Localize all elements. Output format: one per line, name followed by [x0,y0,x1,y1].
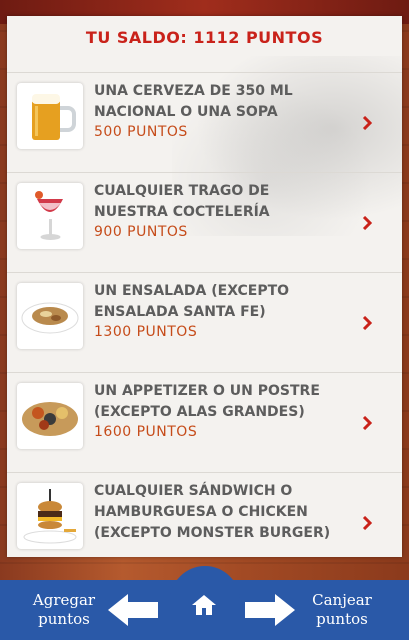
reward-points: 1300 PUNTOS [94,324,198,340]
reward-name: UN ENSALADA (EXCEPTO ENSALADA SANTA FE) [94,283,290,320]
home-icon[interactable] [191,593,217,617]
add-points-button[interactable]: Agregar puntos [24,580,104,640]
redeem-points-button[interactable]: Canjear puntos [300,580,384,640]
reward-name: CUALQUIER SÁNDWICH O HAMBURGUESA O CHICK… [94,483,331,541]
chevron-right-icon[interactable] [362,115,372,130]
chevron-right-icon[interactable] [362,315,372,330]
burger-icon [17,483,83,549]
chevron-right-icon[interactable] [362,515,372,530]
rewards-panel: TU SALDO: 1112 PUNTOS UNA CERVEZA DE 350… [7,16,402,557]
reward-name: UNA CERVEZA DE 350 ML NACIONAL O UNA SOP… [94,83,293,120]
chevron-right-icon[interactable] [362,415,372,430]
balance-title: TU SALDO: 1112 PUNTOS [85,28,324,47]
chevron-right-icon[interactable] [362,215,372,230]
cocktail-icon [17,183,83,249]
arrow-left-icon[interactable] [106,592,160,628]
reward-item[interactable]: CUALQUIER SÁNDWICH O HAMBURGUESA O CHICK… [7,472,402,557]
reward-item[interactable]: UNA CERVEZA DE 350 ML NACIONAL O UNA SOP… [7,72,402,172]
reward-item[interactable]: CUALQUIER TRAGO DE NUESTRA COCTELERÍA 90… [7,172,402,272]
salad-icon [17,283,83,349]
appetizer-icon [17,383,83,449]
reward-points: 900 PUNTOS [94,224,188,240]
reward-points: 1600 PUNTOS [94,424,198,440]
reward-item[interactable]: UN APPETIZER O UN POSTRE (EXCEPTO ALAS G… [7,372,402,472]
bottom-navigation: Agregar puntos Canjear puntos [0,566,409,640]
reward-name: UN APPETIZER O UN POSTRE (EXCEPTO ALAS G… [94,383,320,420]
beer-mug-icon [17,83,83,149]
reward-name: CUALQUIER TRAGO DE NUESTRA COCTELERÍA [94,183,270,220]
reward-item[interactable]: UN ENSALADA (EXCEPTO ENSALADA SANTA FE) … [7,272,402,372]
reward-points: 500 PUNTOS [94,124,188,140]
arrow-right-icon[interactable] [243,592,297,628]
